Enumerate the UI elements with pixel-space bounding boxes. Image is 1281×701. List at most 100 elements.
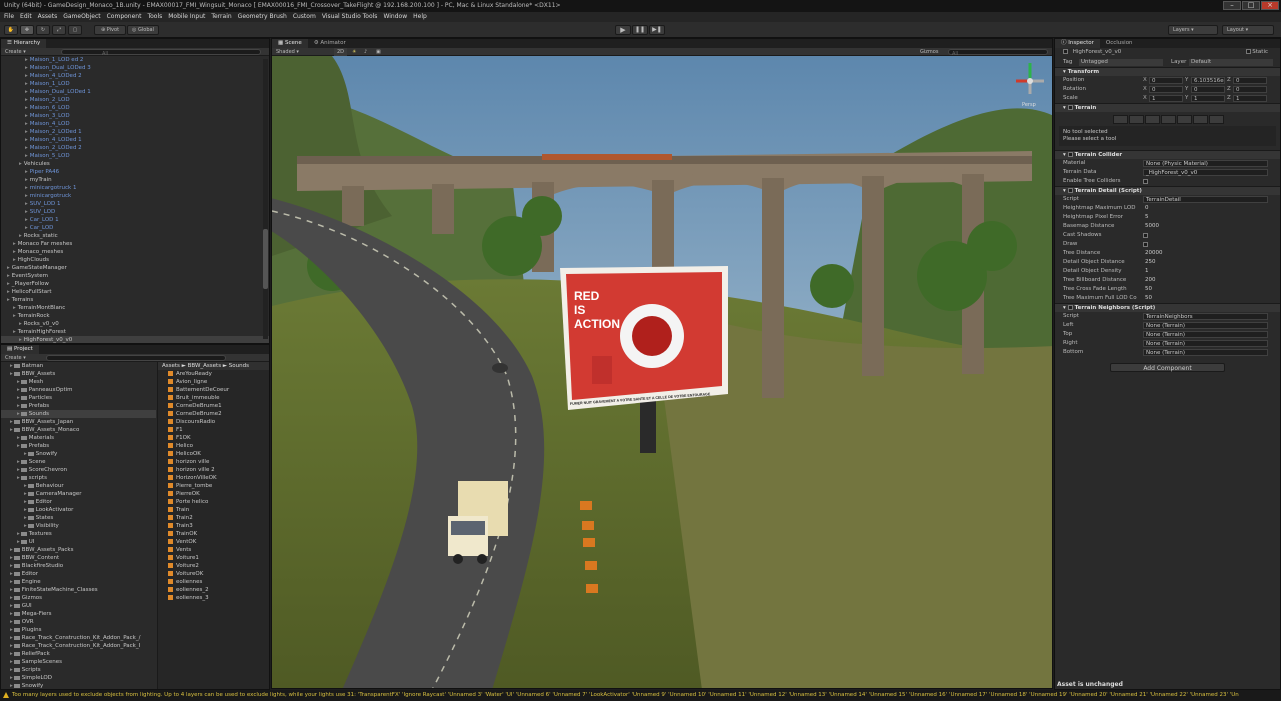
paint-texture-tool[interactable] — [1161, 115, 1176, 124]
paint-height-tool[interactable] — [1129, 115, 1144, 124]
2d-toggle[interactable]: 2D — [334, 48, 348, 56]
expand-arrow-icon[interactable]: ▸ — [13, 313, 16, 319]
expand-arrow-icon[interactable]: ▸ — [10, 675, 13, 681]
terrain-detail-header[interactable]: ▾ Terrain Detail (Script) — [1055, 186, 1280, 195]
expand-arrow-icon[interactable]: ▸ — [17, 475, 20, 481]
folder-item[interactable]: ▸ Scripts — [1, 666, 156, 674]
expand-arrow-icon[interactable]: ▸ — [19, 233, 22, 239]
hierarchy-item[interactable]: ▸ TerrainMontBlanc — [1, 304, 269, 312]
property-value-field[interactable]: 50 — [1143, 286, 1268, 293]
folder-item[interactable]: ▸ Scene — [1, 458, 156, 466]
folder-item[interactable]: ▸ Particles — [1, 394, 156, 402]
menu-item[interactable]: Geometry Brush — [238, 12, 287, 22]
folder-item[interactable]: ▸ Materials — [1, 434, 156, 442]
folder-item[interactable]: ▸ Prefabs — [1, 442, 156, 450]
expand-arrow-icon[interactable]: ▸ — [19, 337, 22, 343]
folder-item[interactable]: ▸ Editor — [1, 570, 156, 578]
expand-arrow-icon[interactable]: ▸ — [17, 467, 20, 473]
folder-item[interactable]: ▸ BlackfireStudio — [1, 562, 156, 570]
folder-item[interactable]: ▸ BBW_Assets — [1, 370, 156, 378]
menu-item[interactable]: Edit — [20, 12, 32, 22]
menu-item[interactable]: Help — [413, 12, 427, 22]
hierarchy-item[interactable]: ▸ Rocks_static — [1, 232, 269, 240]
transform-x-field[interactable]: 1 — [1149, 95, 1183, 102]
expand-arrow-icon[interactable]: ▸ — [10, 611, 13, 617]
expand-arrow-icon[interactable]: ▸ — [10, 643, 13, 649]
expand-arrow-icon[interactable]: ▸ — [24, 483, 27, 489]
hierarchy-item[interactable]: ▸ Maison_2_LODed 1 — [1, 128, 269, 136]
gizmos-dropdown[interactable]: Gizmos — [920, 48, 938, 56]
folder-item[interactable]: ▸ Prefabs — [1, 402, 156, 410]
hierarchy-item[interactable]: ▸ HighClouds — [1, 256, 269, 264]
folder-item[interactable]: ▸ OVR — [1, 618, 156, 626]
expand-arrow-icon[interactable]: ▸ — [25, 217, 28, 223]
hierarchy-item[interactable]: ▸ myTrain — [1, 176, 269, 184]
hierarchy-item[interactable]: ▸ GameStateManager — [1, 264, 269, 272]
property-value-field[interactable]: 200 — [1143, 277, 1268, 284]
audio-file-item[interactable]: Train3 — [158, 522, 269, 530]
expand-arrow-icon[interactable]: ▸ — [25, 97, 28, 103]
property-value-field[interactable]: 20000 — [1143, 250, 1268, 257]
hierarchy-item[interactable]: ▸ SUV_LOD 1 — [1, 200, 269, 208]
expand-arrow-icon[interactable]: ▸ — [10, 587, 13, 593]
hierarchy-item[interactable]: ▸ Monaco Far meshes — [1, 240, 269, 248]
close-button[interactable]: × — [1261, 1, 1279, 10]
hierarchy-item[interactable]: ▸ Maison_3_LOD — [1, 112, 269, 120]
folder-item[interactable]: ▸ ReliefPack — [1, 650, 156, 658]
expand-arrow-icon[interactable]: ▸ — [10, 563, 13, 569]
terrain-header[interactable]: ▾ Terrain — [1055, 103, 1280, 112]
tab-animator[interactable]: ⚙ Animator — [308, 39, 352, 48]
expand-arrow-icon[interactable]: ▸ — [13, 257, 16, 263]
expand-arrow-icon[interactable]: ▸ — [17, 379, 20, 385]
property-value-field[interactable]: 250 — [1143, 259, 1268, 266]
expand-arrow-icon[interactable]: ▸ — [13, 305, 16, 311]
expand-arrow-icon[interactable]: ▸ — [19, 161, 22, 167]
expand-arrow-icon[interactable]: ▸ — [24, 491, 27, 497]
audio-file-item[interactable]: Porte helico — [158, 498, 269, 506]
expand-arrow-icon[interactable]: ▸ — [17, 435, 20, 441]
hierarchy-item[interactable]: ▸ Maison_6_LOD — [1, 104, 269, 112]
audio-file-item[interactable]: VoitureOK — [158, 570, 269, 578]
audio-file-item[interactable]: HelicoOK — [158, 450, 269, 458]
audio-file-item[interactable]: BattementDeCoeur — [158, 386, 269, 394]
layers-dropdown[interactable]: Layers ▾ — [1168, 25, 1218, 35]
minimize-button[interactable]: – — [1223, 1, 1241, 10]
folder-item[interactable]: ▸ BBW_Content — [1, 554, 156, 562]
expand-arrow-icon[interactable]: ▸ — [24, 515, 27, 521]
expand-arrow-icon[interactable]: ▸ — [25, 153, 28, 159]
shading-dropdown[interactable]: Shaded — [276, 49, 295, 55]
property-checkbox[interactable] — [1143, 233, 1148, 238]
property-value-field[interactable]: None (Terrain) — [1143, 340, 1268, 347]
folder-item[interactable]: ▸ Mesh — [1, 378, 156, 386]
hierarchy-item[interactable]: ▸ TerrainRock — [1, 312, 269, 320]
expand-arrow-icon[interactable]: ▸ — [25, 201, 28, 207]
transform-y-field[interactable]: 0 — [1191, 86, 1225, 93]
audio-file-item[interactable]: Pierre_tombe — [158, 482, 269, 490]
audio-file-item[interactable]: VentOK — [158, 538, 269, 546]
hierarchy-item[interactable]: ▸ Maison_4_LODed 2 — [1, 72, 269, 80]
layer-dropdown[interactable]: Default — [1189, 59, 1273, 66]
move-tool-button[interactable]: ✥ — [20, 25, 34, 35]
property-value-field[interactable]: TerrainDetail — [1143, 196, 1268, 203]
hierarchy-item[interactable]: ▸ Maison_1_LOD — [1, 80, 269, 88]
property-checkbox[interactable] — [1143, 179, 1148, 184]
folder-item[interactable]: ▸ UI — [1, 538, 156, 546]
project-breadcrumb[interactable]: Assets ► BBW_Assets ► Sounds — [158, 362, 269, 370]
lighting-toggle-icon[interactable]: ☀ — [352, 48, 356, 56]
expand-arrow-icon[interactable]: ▸ — [10, 419, 13, 425]
folder-item[interactable]: ▸ Race_Track_Construction_Kit_Addon_Pack_… — [1, 642, 156, 650]
expand-arrow-icon[interactable]: ▸ — [25, 89, 28, 95]
expand-arrow-icon[interactable]: ▸ — [25, 105, 28, 111]
tab-hierarchy[interactable]: ☰ Hierarchy — [1, 39, 47, 48]
expand-arrow-icon[interactable]: ▸ — [10, 651, 13, 657]
audio-file-item[interactable]: Train2 — [158, 514, 269, 522]
transform-x-field[interactable]: 0 — [1149, 77, 1183, 84]
expand-arrow-icon[interactable]: ▸ — [10, 627, 13, 633]
property-value-field[interactable]: 50 — [1143, 295, 1268, 302]
expand-arrow-icon[interactable]: ▸ — [24, 523, 27, 529]
expand-arrow-icon[interactable]: ▸ — [25, 57, 28, 63]
paint-details-tool[interactable] — [1193, 115, 1208, 124]
layout-dropdown[interactable]: Layout ▾ — [1222, 25, 1274, 35]
scale-tool-button[interactable]: ⤢ — [52, 25, 66, 35]
transform-y-field[interactable]: 1 — [1191, 95, 1225, 102]
